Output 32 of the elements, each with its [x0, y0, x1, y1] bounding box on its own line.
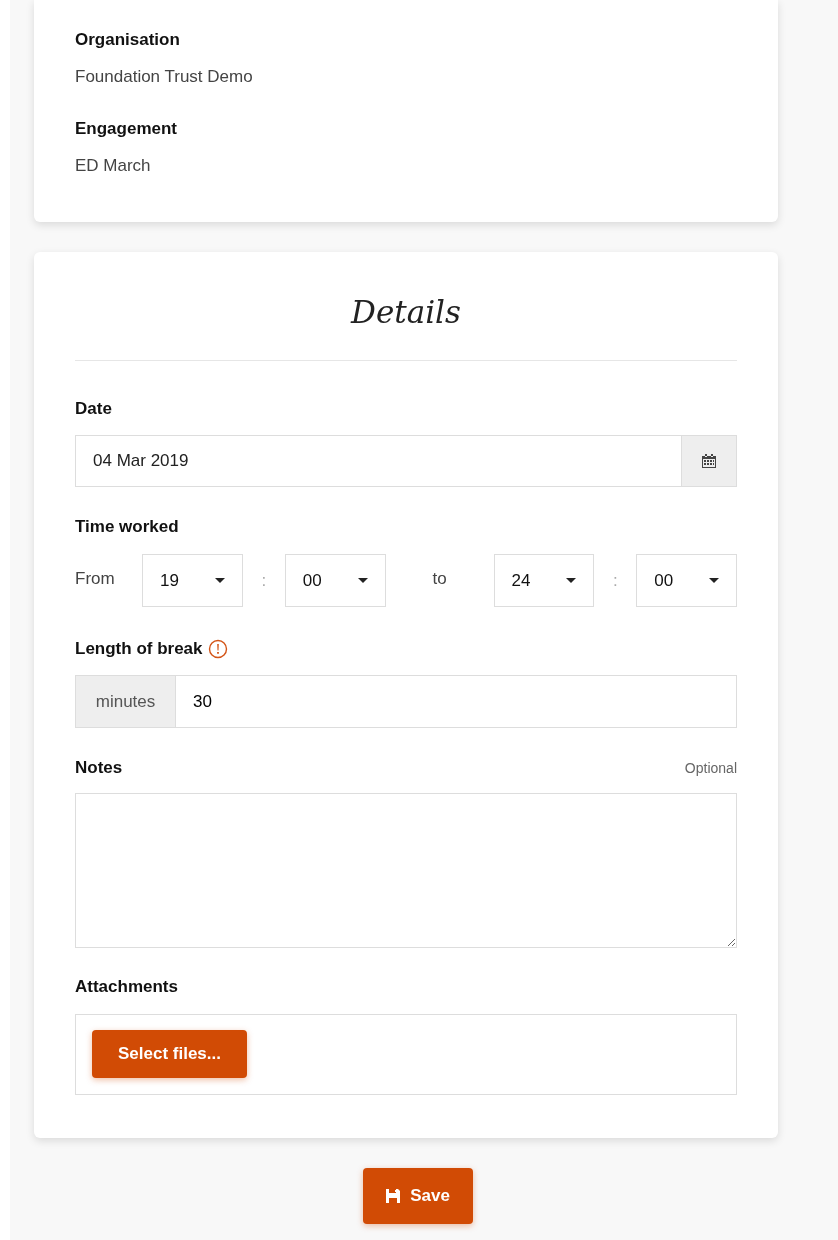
field-label: Time worked	[75, 517, 180, 537]
time-dropdown[interactable]: 00	[636, 554, 737, 607]
field-label: Attachments	[75, 977, 179, 997]
field-value: ED March	[75, 156, 152, 176]
calendar-button[interactable]	[681, 436, 736, 486]
field-label: Date	[75, 399, 113, 419]
unit-addon: minutes	[76, 676, 176, 727]
optional-hint: Optional	[684, 760, 737, 776]
caret-icon	[709, 578, 719, 583]
section-title: Details	[349, 293, 462, 332]
notes-field[interactable]	[75, 793, 737, 948]
field-label: Engagement	[75, 119, 179, 139]
time-separator: :	[612, 570, 618, 591]
field-label: Organisation	[75, 30, 181, 50]
save-icon	[386, 1189, 401, 1203]
save-button[interactable]: Save	[363, 1168, 473, 1224]
field-value: Foundation Trust Demo	[75, 67, 254, 87]
time-dropdown[interactable]: 24	[493, 554, 595, 607]
caret-icon	[357, 578, 368, 583]
select-files-button[interactable]: Select files...	[92, 1030, 247, 1078]
time-dropdown[interactable]: 00	[284, 554, 386, 607]
time-label: to	[432, 568, 447, 589]
time-dropdown[interactable]: 19	[142, 554, 243, 607]
calendar-icon	[701, 453, 717, 469]
field-label: Length of break	[75, 639, 203, 659]
time-label: From	[75, 568, 115, 589]
time-separator: :	[261, 570, 267, 591]
caret-icon	[214, 578, 225, 583]
warning-icon	[207, 639, 228, 659]
break-input-group[interactable]: minutes 30	[75, 675, 737, 728]
caret-icon	[566, 578, 577, 583]
field-label: Notes	[75, 758, 123, 778]
